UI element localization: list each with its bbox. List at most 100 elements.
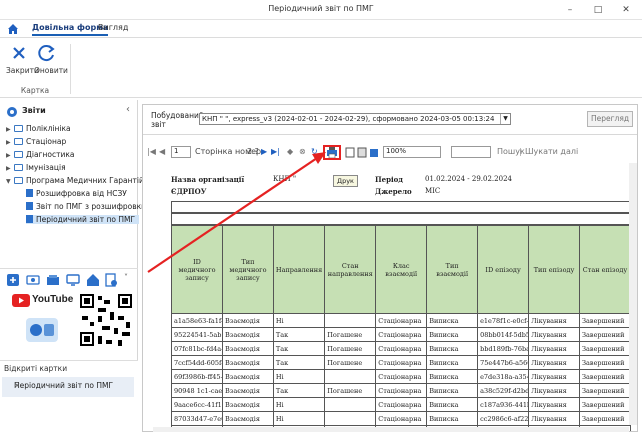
org-label: Назва організації [171,175,245,184]
folder-open-icon [14,177,23,184]
refresh-report-icon[interactable]: ↻ [311,147,318,156]
report-icon [26,202,33,210]
sidebar-item-nszu-decode[interactable]: Розшифровка від НСЗУ [26,189,127,198]
built-report-label: Побудований звіт [151,111,204,129]
back-icon[interactable]: ◆ [287,147,293,156]
table-cell: Завершений [578,341,631,356]
chevron-down-icon[interactable]: ˅ [124,273,128,282]
report-blank-row [171,213,631,225]
table-cell: Взаємодія [222,383,274,398]
table-cell: a1a58e63-fa1f- [171,313,223,328]
table-cell: Ні [272,313,326,328]
page-number-input[interactable]: 1 [171,146,191,158]
sidebar-title: Звіти [22,106,46,115]
promo-area: YouTube [6,292,134,354]
ribbon: Закрити Оновити Картка [0,38,642,98]
table-cell: Погашене [324,327,377,342]
column-header: Тип взаємодії [426,225,479,314]
add-icon[interactable] [6,273,20,287]
table-cell: a38c529f-d2bd- [477,383,530,398]
table-cell: Лікування [528,355,580,370]
table-cell: 69f3986b-ff45- [171,369,223,384]
home-icon[interactable] [6,22,20,36]
close-button[interactable]: Закрити [6,42,39,75]
report-table: ID медичного запису Тип медичного запису… [171,225,631,431]
chevron-down-icon[interactable]: ▼ [500,114,510,124]
maximize-button[interactable]: □ [584,0,612,20]
next-page-icon[interactable]: ▶ [261,147,267,156]
close-card-icon[interactable]: ✕ [14,381,128,390]
open-card-item[interactable]: Періодичний звіт по ПМГ ✕ [2,377,134,397]
search-input[interactable] [451,146,491,158]
sidebar-item-diagnostics[interactable]: ▶ Діагностика [6,150,74,159]
first-page-icon[interactable]: |◀ [147,147,156,156]
reports-icon [7,107,17,117]
table-cell: Виписка [426,355,479,370]
open-cards-panel: Відкриті картки Періодичний звіт по ПМГ … [0,360,138,436]
ribbon-tabs: Довільна форма Вигляд [0,20,642,38]
zoom-select[interactable]: 100% [383,146,441,158]
sidebar-item-immunization[interactable]: ▶ Імунізація [6,163,66,172]
table-cell: e7de318a-a354- [477,369,530,384]
table-row: 9aace6cc-41f1- Взаємодія Ні Стаціонарна Випи… [171,397,631,412]
page-setup-icon[interactable] [357,147,367,158]
table-row: 69f3986b-ff45- Взаємодія Ні Стаціонарна Випи… [171,369,631,384]
search-next-button[interactable]: Шукати далі [525,147,578,156]
close-x-icon [13,47,25,59]
table-cell: Стаціонарна [375,313,428,328]
column-header: Клас взаємодії [375,225,428,314]
refresh-button[interactable]: Оновити [34,42,68,75]
box-icon[interactable] [46,273,60,287]
folder-icon [14,125,23,132]
last-page-icon[interactable]: ▶| [271,147,280,156]
sidebar-item-polyclinic[interactable]: ▶ Поліклініка [6,124,71,133]
table-cell: Стаціонарна [375,355,428,370]
column-header: ID епізоду [477,225,530,314]
separator: | [519,147,522,156]
folder-icon [14,138,23,145]
minimize-button[interactable]: – [556,0,584,20]
sidebar-item-periodic-report[interactable]: Періодичний звіт по ПМГ [26,215,140,224]
table-cell: Взаємодія [222,411,274,426]
column-header: Направлення [272,225,326,314]
table-cell: 87033d47-e7e6- [171,411,223,426]
house-settings-icon[interactable] [86,273,100,287]
table-cell: Лікування [528,411,580,426]
youtube-logo-icon[interactable] [12,294,30,307]
horizontal-scrollbar[interactable] [153,427,629,432]
built-report-select[interactable]: КНП " ", express_v3 (2024-02-01 - 2024-0… [199,113,511,125]
prev-page-icon[interactable]: ◀ [159,147,165,156]
table-cell: Лікування [528,397,580,412]
card-icon[interactable] [26,273,40,287]
close-window-button[interactable]: ✕ [612,0,640,20]
stop-icon[interactable]: ⊗ [299,147,306,156]
source-label: Джерело [375,187,412,196]
table-row: 87033d47-e7e6- Взаємодія Ні Стаціонарна Випи… [171,411,631,426]
table-cell: Погашене [324,355,377,370]
highlight-box [323,145,341,160]
ribbon-separator [70,44,71,94]
table-cell: Завершений [578,383,631,398]
report-page: Назва організації КНП " Друк Період 01.0… [153,163,631,431]
table-cell: 07fc81bc-fd4a- [171,341,223,356]
doc-settings-icon[interactable] [104,273,118,287]
table-cell: Стаціонарна [375,397,428,412]
sidebar-item-hospital[interactable]: ▶ Стаціонар [6,137,66,146]
view-button[interactable]: Перегляд [587,111,633,127]
table-cell: Так [272,383,326,398]
collapse-sidebar-icon[interactable]: ‹ [126,104,130,115]
tab-view[interactable]: Вигляд [98,23,128,32]
vertical-scrollbar[interactable] [629,163,637,425]
table-row: 95224541-5ab1- Взаємодія Так Погашене Стаціо… [171,327,631,342]
table-cell: Завершений [578,397,631,412]
sidebar-item-pmg[interactable]: ▼ Програма Медичних Гарантій [6,176,144,185]
page-layout-icon[interactable] [345,147,355,158]
export-icon[interactable] [369,147,379,158]
monitor-icon[interactable] [66,273,80,287]
column-header: ID медичного запису [171,225,223,314]
tab-free-form[interactable]: Довільна форма [32,23,109,36]
table-cell: Виписка [426,397,479,412]
table-cell: Лікування [528,313,580,328]
table-cell: Взаємодія [222,397,274,412]
open-cards-title: Відкриті картки [4,364,68,373]
